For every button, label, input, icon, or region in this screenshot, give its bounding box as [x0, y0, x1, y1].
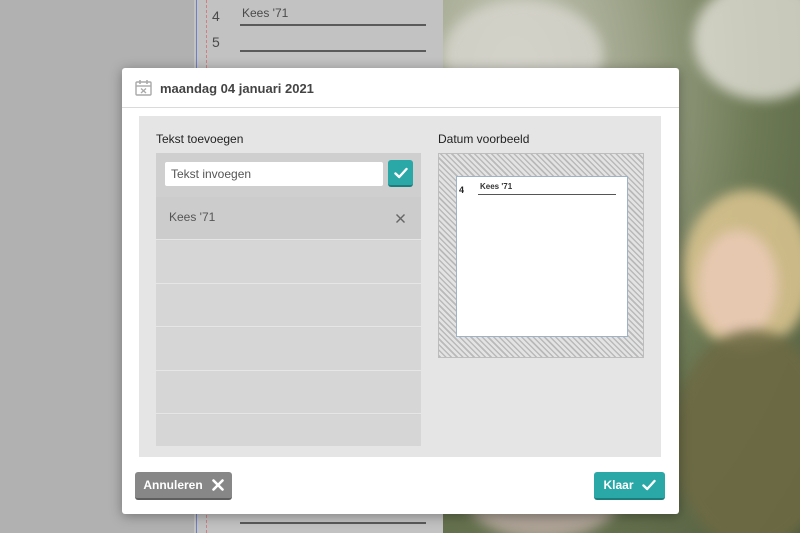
- list-item[interactable]: Kees '71: [156, 197, 421, 240]
- cancel-button-label: Annuleren: [143, 478, 203, 492]
- dialog-body: Tekst toevoegen Datum voorbeeld Kees '71: [139, 116, 661, 457]
- calendar-rule: [240, 522, 426, 524]
- cancel-button[interactable]: Annuleren: [135, 472, 232, 500]
- calendar-day-number: 4: [212, 8, 220, 24]
- calendar-row: 4 Kees '71: [212, 2, 432, 26]
- checkmark-icon: [393, 167, 408, 178]
- calendar-row: 5: [212, 28, 432, 52]
- preview-entry-text: Kees '71: [480, 182, 513, 191]
- dialog-title: maandag 04 januari 2021: [160, 81, 314, 96]
- add-text-button[interactable]: [388, 160, 413, 187]
- calendar-day-number: 5: [212, 34, 220, 50]
- checkmark-icon: [641, 479, 656, 491]
- calendar-rule: [240, 24, 426, 26]
- close-icon: [211, 479, 224, 491]
- list-item-empty: [156, 284, 421, 327]
- preview-paper: 4 Kees '71: [456, 176, 628, 337]
- text-input-row: [156, 153, 421, 197]
- date-preview-label: Datum voorbeeld: [438, 132, 530, 146]
- dialog-header: maandag 04 januari 2021: [122, 68, 679, 108]
- text-entry-list: Kees '71: [156, 153, 421, 446]
- done-button-label: Klaar: [603, 478, 634, 492]
- date-preview: 4 Kees '71: [438, 153, 644, 358]
- calendar-rule: [240, 50, 426, 52]
- done-button[interactable]: Klaar: [594, 472, 665, 500]
- preview-day-number: 4: [459, 185, 465, 195]
- list-item-empty: [156, 241, 421, 284]
- list-item-empty: [156, 371, 421, 414]
- list-item-empty: [156, 328, 421, 371]
- preview-rule: [478, 194, 616, 195]
- date-text-dialog: maandag 04 januari 2021 Tekst toevoegen …: [122, 68, 679, 514]
- list-item-text: Kees '71: [169, 210, 216, 224]
- add-text-label: Tekst toevoegen: [156, 132, 244, 146]
- text-input[interactable]: [165, 162, 383, 186]
- calendar-icon: [135, 79, 152, 96]
- calendar-entry-text: Kees '71: [242, 6, 289, 20]
- close-icon[interactable]: [393, 211, 407, 225]
- list-item-empty: [156, 415, 421, 446]
